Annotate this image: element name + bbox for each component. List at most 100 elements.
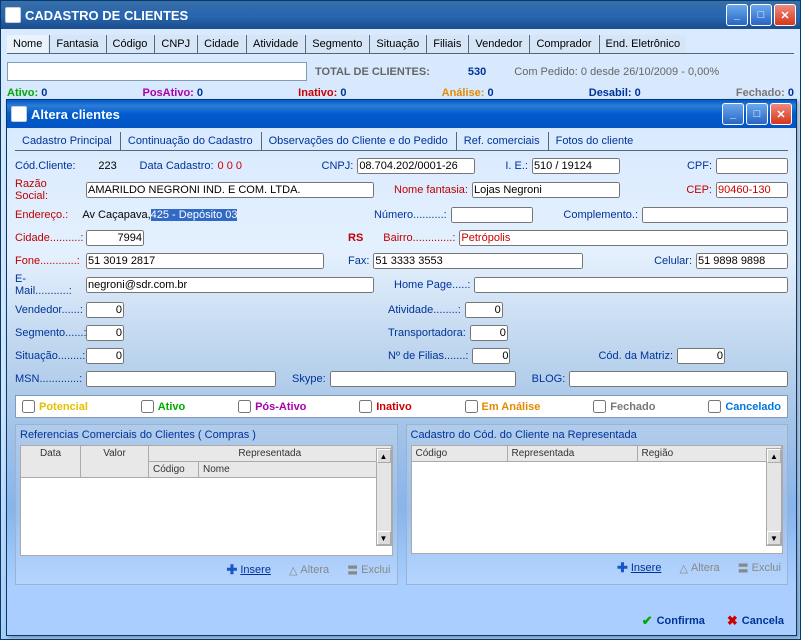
filter-input[interactable] (7, 62, 307, 81)
cidade-field[interactable] (86, 230, 144, 246)
cadastro-altera-button[interactable]: △Altera (679, 560, 719, 576)
cancela-button[interactable]: ✖Cancela (727, 613, 784, 629)
col-nome[interactable]: Nome (199, 462, 392, 477)
status-checkboxes: Potencial Ativo Pós-Ativo Inativo Em Análise… (15, 395, 788, 418)
edit-tab-0[interactable]: Cadastro Principal (15, 132, 119, 150)
razao-field[interactable] (86, 182, 374, 198)
msn-field[interactable] (86, 371, 276, 387)
checkbox-potencial[interactable] (22, 400, 35, 413)
col-valor[interactable]: Valor (81, 446, 149, 477)
status-check-fechado[interactable]: Fechado (593, 400, 655, 413)
references-altera-button[interactable]: △Altera (289, 562, 329, 578)
homepage-field[interactable] (474, 277, 788, 293)
main-tab-vendedor[interactable]: Vendedor (468, 35, 528, 53)
main-tab-atividade[interactable]: Atividade (246, 35, 304, 53)
checkbox-fechado[interactable] (593, 400, 606, 413)
main-tab-situação[interactable]: Situação (369, 35, 425, 53)
main-tab-código[interactable]: Código (106, 35, 154, 53)
status-check-ativo[interactable]: Ativo (141, 400, 186, 413)
matriz-field[interactable] (677, 348, 725, 364)
col-codigo[interactable]: Código (149, 462, 199, 477)
references-insere-button[interactable]: ✚Insere (226, 562, 270, 578)
scroll-down-icon[interactable]: ▼ (767, 531, 781, 545)
main-tab-segmento[interactable]: Segmento (305, 35, 368, 53)
main-tab-cidade[interactable]: Cidade (197, 35, 245, 53)
endereco-field[interactable]: Av Caçapava, 425 - Depósito 03 (82, 209, 354, 221)
status-check-cancelado[interactable]: Cancelado (708, 400, 781, 413)
cadastro-insere-button[interactable]: ✚Insere (617, 560, 661, 576)
situacao-field[interactable] (86, 348, 124, 364)
transportadora-field[interactable] (470, 325, 508, 341)
skype-label: Skype: (292, 373, 326, 385)
uf-label: RS (348, 232, 363, 244)
scroll-up-icon[interactable]: ▲ (377, 449, 391, 463)
segmento-field[interactable] (86, 325, 124, 341)
skype-field[interactable] (330, 371, 516, 387)
edit-maximize-button[interactable]: □ (746, 103, 768, 125)
cadastro-grid-body[interactable] (411, 462, 784, 554)
confirma-button[interactable]: ✔Confirma (642, 613, 705, 629)
edit-tab-1[interactable]: Continuação do Cadastro (120, 132, 260, 150)
scroll-down-icon[interactable]: ▼ (377, 531, 391, 545)
edit-tab-4[interactable]: Fotos do cliente (548, 132, 641, 150)
nomefant-field[interactable] (472, 182, 620, 198)
edit-tab-3[interactable]: Ref. comerciais (456, 132, 547, 150)
cadastro-panel: Cadastro do Cód. do Cliente na Represent… (406, 424, 789, 585)
references-scrollbar[interactable]: ▲ ▼ (376, 448, 392, 546)
checkbox-inativo[interactable] (359, 400, 372, 413)
edit-titlebar: Altera clientes _ □ ✕ (7, 100, 796, 128)
bairro-field[interactable] (459, 230, 788, 246)
cadastro-grid-header: Código Representada Região (411, 445, 784, 462)
main-tab-filiais[interactable]: Filiais (426, 35, 467, 53)
main-tab-cnpj[interactable]: CNPJ (154, 35, 196, 53)
filias-field[interactable] (472, 348, 510, 364)
main-tab-nome[interactable]: Nome (7, 35, 48, 53)
cnpj-field[interactable] (357, 158, 475, 174)
complemento-field[interactable] (642, 207, 788, 223)
status-check-inativo[interactable]: Inativo (359, 400, 411, 413)
edit-close-button[interactable]: ✕ (770, 103, 792, 125)
status-check-pós-ativo[interactable]: Pós-Ativo (238, 400, 306, 413)
numero-field[interactable] (451, 207, 533, 223)
edit-minimize-button[interactable]: _ (722, 103, 744, 125)
main-tab-fantasia[interactable]: Fantasia (49, 35, 104, 53)
fax-field[interactable] (373, 253, 583, 269)
col-codigo-r[interactable]: Código (412, 446, 508, 461)
col-regiao-r[interactable]: Região (638, 446, 783, 461)
references-panel: Referencias Comerciais do Clientes ( Com… (15, 424, 398, 585)
main-close-button[interactable]: ✕ (774, 4, 796, 26)
celular-field[interactable] (696, 253, 788, 269)
status-check-em análise[interactable]: Em Análise (465, 400, 541, 413)
main-maximize-button[interactable]: □ (750, 4, 772, 26)
razao-label: Razão Social: (15, 178, 82, 202)
blog-field[interactable] (569, 371, 788, 387)
col-data[interactable]: Data (21, 446, 81, 477)
edit-tab-2[interactable]: Observações do Cliente e do Pedido (261, 132, 455, 150)
references-exclui-button[interactable]: 〓Exclui (347, 562, 390, 578)
checkbox-cancelado[interactable] (708, 400, 721, 413)
cadastro-scrollbar[interactable]: ▲ ▼ (766, 448, 782, 546)
homepage-label: Home Page.....: (394, 279, 470, 291)
col-representada-r[interactable]: Representada (508, 446, 638, 461)
col-representada-group[interactable]: Representada (149, 446, 392, 462)
cep-field[interactable] (716, 182, 788, 198)
main-tab-end. eletrônico[interactable]: End. Eletrônico (599, 35, 687, 53)
status-check-potencial[interactable]: Potencial (22, 400, 88, 413)
atividade-field[interactable] (465, 302, 503, 318)
cadastro-exclui-button[interactable]: 〓Exclui (738, 560, 781, 576)
checkbox-pós-ativo[interactable] (238, 400, 251, 413)
cpf-field[interactable] (716, 158, 788, 174)
checkbox-em análise[interactable] (465, 400, 478, 413)
fone-field[interactable] (86, 253, 324, 269)
email-field[interactable] (86, 277, 374, 293)
main-tab-comprador[interactable]: Comprador (529, 35, 597, 53)
main-minimize-button[interactable]: _ (726, 4, 748, 26)
ie-field[interactable] (532, 158, 620, 174)
minus-icon: 〓 (347, 562, 358, 578)
vendedor-field[interactable] (86, 302, 124, 318)
checkbox-ativo[interactable] (141, 400, 154, 413)
cpf-label: CPF: (687, 160, 712, 172)
references-grid-body[interactable] (20, 478, 393, 556)
scroll-up-icon[interactable]: ▲ (767, 449, 781, 463)
situacao-label: Situação........: (15, 350, 82, 362)
